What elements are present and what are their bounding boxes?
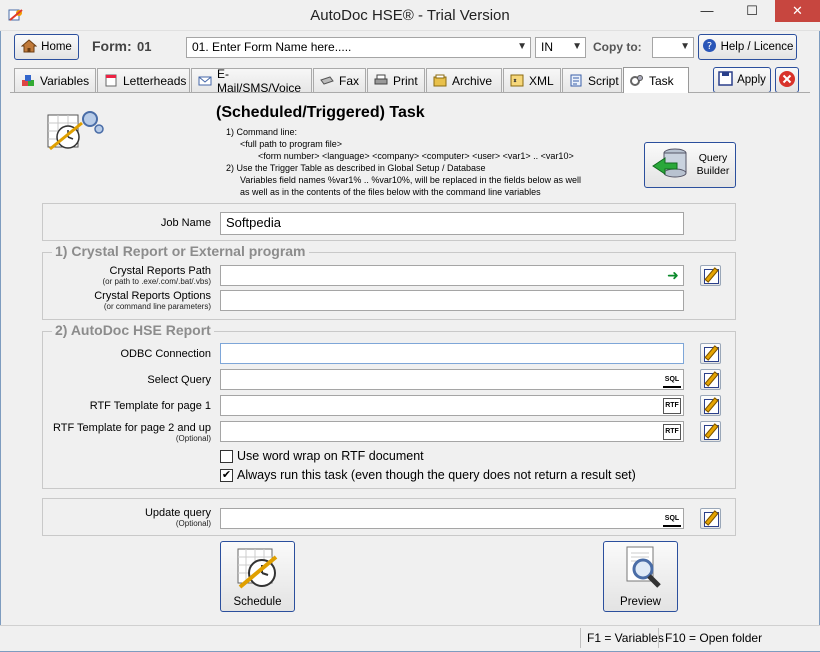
home-label: Home — [41, 41, 72, 53]
browse-arrow-icon[interactable]: ➜ — [664, 268, 682, 284]
tab-email-sms-voice[interactable]: E-Mail/SMS/Voice — [191, 67, 312, 95]
tab-archive[interactable]: Archive — [426, 68, 502, 92]
chevron-down-icon: ▼ — [572, 41, 582, 52]
tab-variables[interactable]: Variables — [14, 68, 96, 92]
crystal-path-input[interactable] — [220, 265, 684, 286]
job-name-label: Job Name — [160, 217, 211, 229]
edit-rtf-page2-button[interactable] — [700, 421, 721, 442]
printer-icon — [374, 74, 388, 87]
form-name-value: 01. Enter Form Name here..... — [192, 40, 352, 54]
odbc-connection-input[interactable] — [220, 343, 684, 364]
crystal-options-input[interactable] — [220, 290, 684, 311]
rtf-icon[interactable]: RTF — [663, 398, 681, 414]
task-info-line: Variables field names %var1% .. %var10%,… — [240, 175, 581, 185]
title-bar: AutoDoc HSE® - Trial Version — ☐ ✕ — [0, 0, 820, 31]
magnifier-document-icon — [617, 545, 665, 594]
cancel-button[interactable] — [775, 67, 799, 93]
wordwrap-checkbox[interactable] — [220, 450, 233, 463]
job-name-input[interactable]: Softpedia — [220, 212, 684, 235]
fax-icon — [320, 74, 334, 87]
rtf-icon[interactable]: RTF — [663, 424, 681, 440]
always-run-label: Always run this task (even though the qu… — [237, 468, 636, 482]
update-query-input[interactable] — [220, 508, 684, 529]
svg-text:?: ? — [706, 41, 711, 52]
letterhead-icon — [104, 74, 118, 87]
wordwrap-label: Use word wrap on RTF document — [237, 449, 424, 463]
form-name-select[interactable]: 01. Enter Form Name here..... ▼ — [186, 37, 531, 58]
autodoc-group-title: 2) AutoDoc HSE Report — [52, 322, 214, 338]
apply-button[interactable]: Apply — [713, 67, 771, 93]
task-info-line: as well as in the contents of the files … — [240, 187, 541, 197]
minimize-button[interactable]: — — [684, 0, 730, 22]
task-info-line: 1) Command line: — [226, 127, 298, 137]
rtf-page2-label: RTF Template for page 2 and up (Optional… — [53, 422, 211, 443]
close-button[interactable]: ✕ — [775, 0, 820, 22]
house-icon — [20, 38, 38, 56]
home-button[interactable]: Home — [14, 34, 79, 60]
calendar-clock-icon — [234, 545, 282, 594]
edit-update-query-button[interactable] — [700, 508, 721, 529]
rtf-page2-input[interactable] — [220, 421, 684, 442]
task-gear-icon — [630, 74, 644, 87]
edit-odbc-button[interactable] — [700, 343, 721, 364]
maximize-button[interactable]: ☐ — [729, 0, 775, 22]
preview-label: Preview — [620, 596, 661, 608]
tab-print[interactable]: Print — [367, 68, 425, 92]
rtf-page1-label: RTF Template for page 1 — [89, 400, 211, 412]
sql-icon[interactable]: SQL — [663, 372, 681, 388]
help-icon: ? — [702, 38, 717, 56]
help-licence-button[interactable]: ? Help / Licence — [698, 34, 797, 60]
copy-to-label: Copy to: — [593, 40, 642, 54]
tab-xml[interactable]: XML — [503, 68, 561, 92]
preview-button[interactable]: Preview — [603, 541, 678, 612]
schedule-button[interactable]: Schedule — [220, 541, 295, 612]
status-f1: F1 = Variables — [580, 628, 664, 648]
envelope-icon — [198, 74, 212, 87]
select-query-label: Select Query — [147, 374, 211, 386]
language-select[interactable]: IN ▼ — [535, 37, 586, 58]
close-circle-icon — [778, 70, 796, 91]
copy-to-select[interactable]: ▼ — [652, 37, 694, 58]
rtf-page1-input[interactable] — [220, 395, 684, 416]
schedule-gear-icon — [46, 105, 106, 155]
status-f10: F10 = Open folder — [658, 628, 762, 648]
edit-rtf-page1-button[interactable] — [700, 395, 721, 416]
database-arrow-icon — [651, 146, 689, 185]
always-run-checkbox[interactable]: ✔ — [220, 469, 233, 482]
tab-task[interactable]: Task — [623, 67, 689, 93]
help-label: Help / Licence — [720, 41, 794, 53]
query-builder-button[interactable]: Query Builder — [644, 142, 736, 188]
task-title: (Scheduled/Triggered) Task — [216, 104, 425, 121]
crystal-options-label: Crystal Reports Options (or command line… — [94, 290, 211, 311]
crystal-group-title: 1) Crystal Report or External program — [52, 243, 309, 259]
chevron-down-icon: ▼ — [680, 41, 690, 52]
tab-fax[interactable]: Fax — [313, 68, 366, 92]
save-icon — [718, 71, 733, 89]
sql-icon[interactable]: SQL — [663, 511, 681, 527]
schedule-label: Schedule — [233, 596, 282, 608]
select-query-input[interactable] — [220, 369, 684, 390]
language-value: IN — [541, 40, 553, 54]
query-builder-label: Query Builder — [696, 152, 730, 177]
form-label: Form: — [92, 38, 132, 54]
crystal-path-label: Crystal Reports Path (or path to .exe/.c… — [102, 265, 212, 286]
update-query-label: Update query (Optional) — [144, 507, 211, 528]
apply-label: Apply — [737, 74, 766, 86]
script-icon — [569, 74, 583, 87]
xml-icon — [510, 74, 524, 87]
edit-select-query-button[interactable] — [700, 369, 721, 390]
task-info-line: <form number> <language> <company> <comp… — [258, 151, 574, 161]
odbc-label: ODBC Connection — [120, 348, 212, 360]
tab-letterheads[interactable]: Letterheads — [97, 68, 190, 92]
task-info-line: <full path to program file> — [240, 139, 343, 149]
cubes-icon — [21, 74, 35, 87]
form-number: 01 — [137, 39, 152, 54]
task-info-line: 2) Use the Trigger Table as described in… — [226, 163, 486, 173]
chevron-down-icon: ▼ — [517, 41, 527, 52]
archive-icon — [433, 74, 447, 87]
tab-script[interactable]: Script — [562, 68, 622, 92]
edit-crystal-path-button[interactable] — [700, 265, 721, 286]
